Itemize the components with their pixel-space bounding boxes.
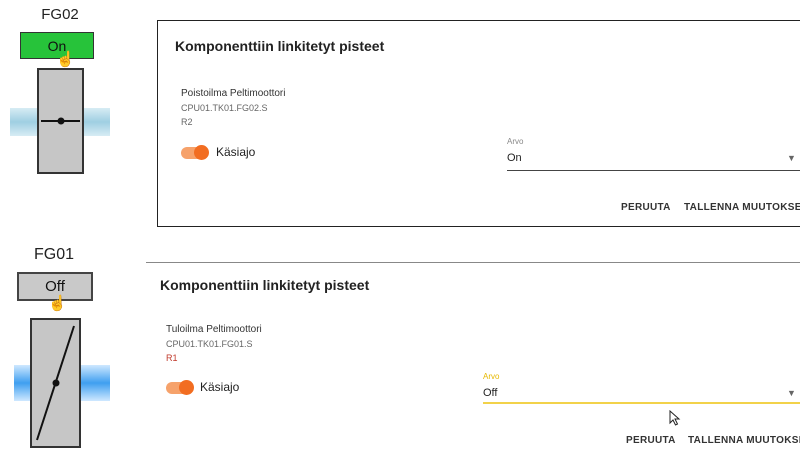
select-underline [483,402,800,404]
fg02-title: FG02 [41,6,79,23]
fg02-damper[interactable] [37,68,84,174]
value-select[interactable]: On [507,152,522,164]
point-id: CPU01.TK01.FG02.S [181,103,268,113]
manual-mode-label: Käsiajo [216,145,256,159]
chevron-down-icon[interactable]: ▼ [787,153,796,163]
point-ref: R1 [166,353,178,363]
damper-blade-icon [36,325,75,441]
mouse-cursor-icon [669,410,681,426]
point-name: Tuloilma Peltimoottori [166,324,262,335]
value-field-label: Arvo [483,372,500,381]
save-changes-button[interactable]: TALLENNA MUUTOKSET [688,435,800,446]
hand-pointer-icon: ☝ [56,51,75,68]
select-underline [507,170,800,171]
manual-mode-label: Käsiajo [200,380,240,394]
dialog-title: Komponenttiin linkitetyt pisteet [175,38,385,54]
point-ref: R2 [181,117,193,127]
linked-points-dialog: Komponenttiin linkitetyt pisteet Tuloilm… [146,262,800,455]
save-changes-button[interactable]: TALLENNA MUUTOKSET [684,202,800,213]
manual-mode-switch[interactable] [181,145,211,161]
chevron-down-icon[interactable]: ▼ [787,388,796,398]
point-name: Poistoilma Peltimoottori [181,88,286,99]
value-select[interactable]: Off [483,387,497,399]
fg01-damper[interactable] [30,318,81,448]
manual-mode-switch[interactable] [166,380,196,396]
cancel-button[interactable]: PERUUTA [621,202,671,213]
dialog-title: Komponenttiin linkitetyt pisteet [160,277,370,293]
damper-blade-icon [41,117,80,125]
cancel-button[interactable]: PERUUTA [626,435,676,446]
fg01-title: FG01 [33,246,74,263]
hand-pointer-icon: ☝ [48,295,67,312]
value-field-label: Arvo [507,137,524,146]
linked-points-dialog: Komponenttiin linkitetyt pisteet Poistoi… [157,20,800,227]
point-id: CPU01.TK01.FG01.S [166,339,253,349]
